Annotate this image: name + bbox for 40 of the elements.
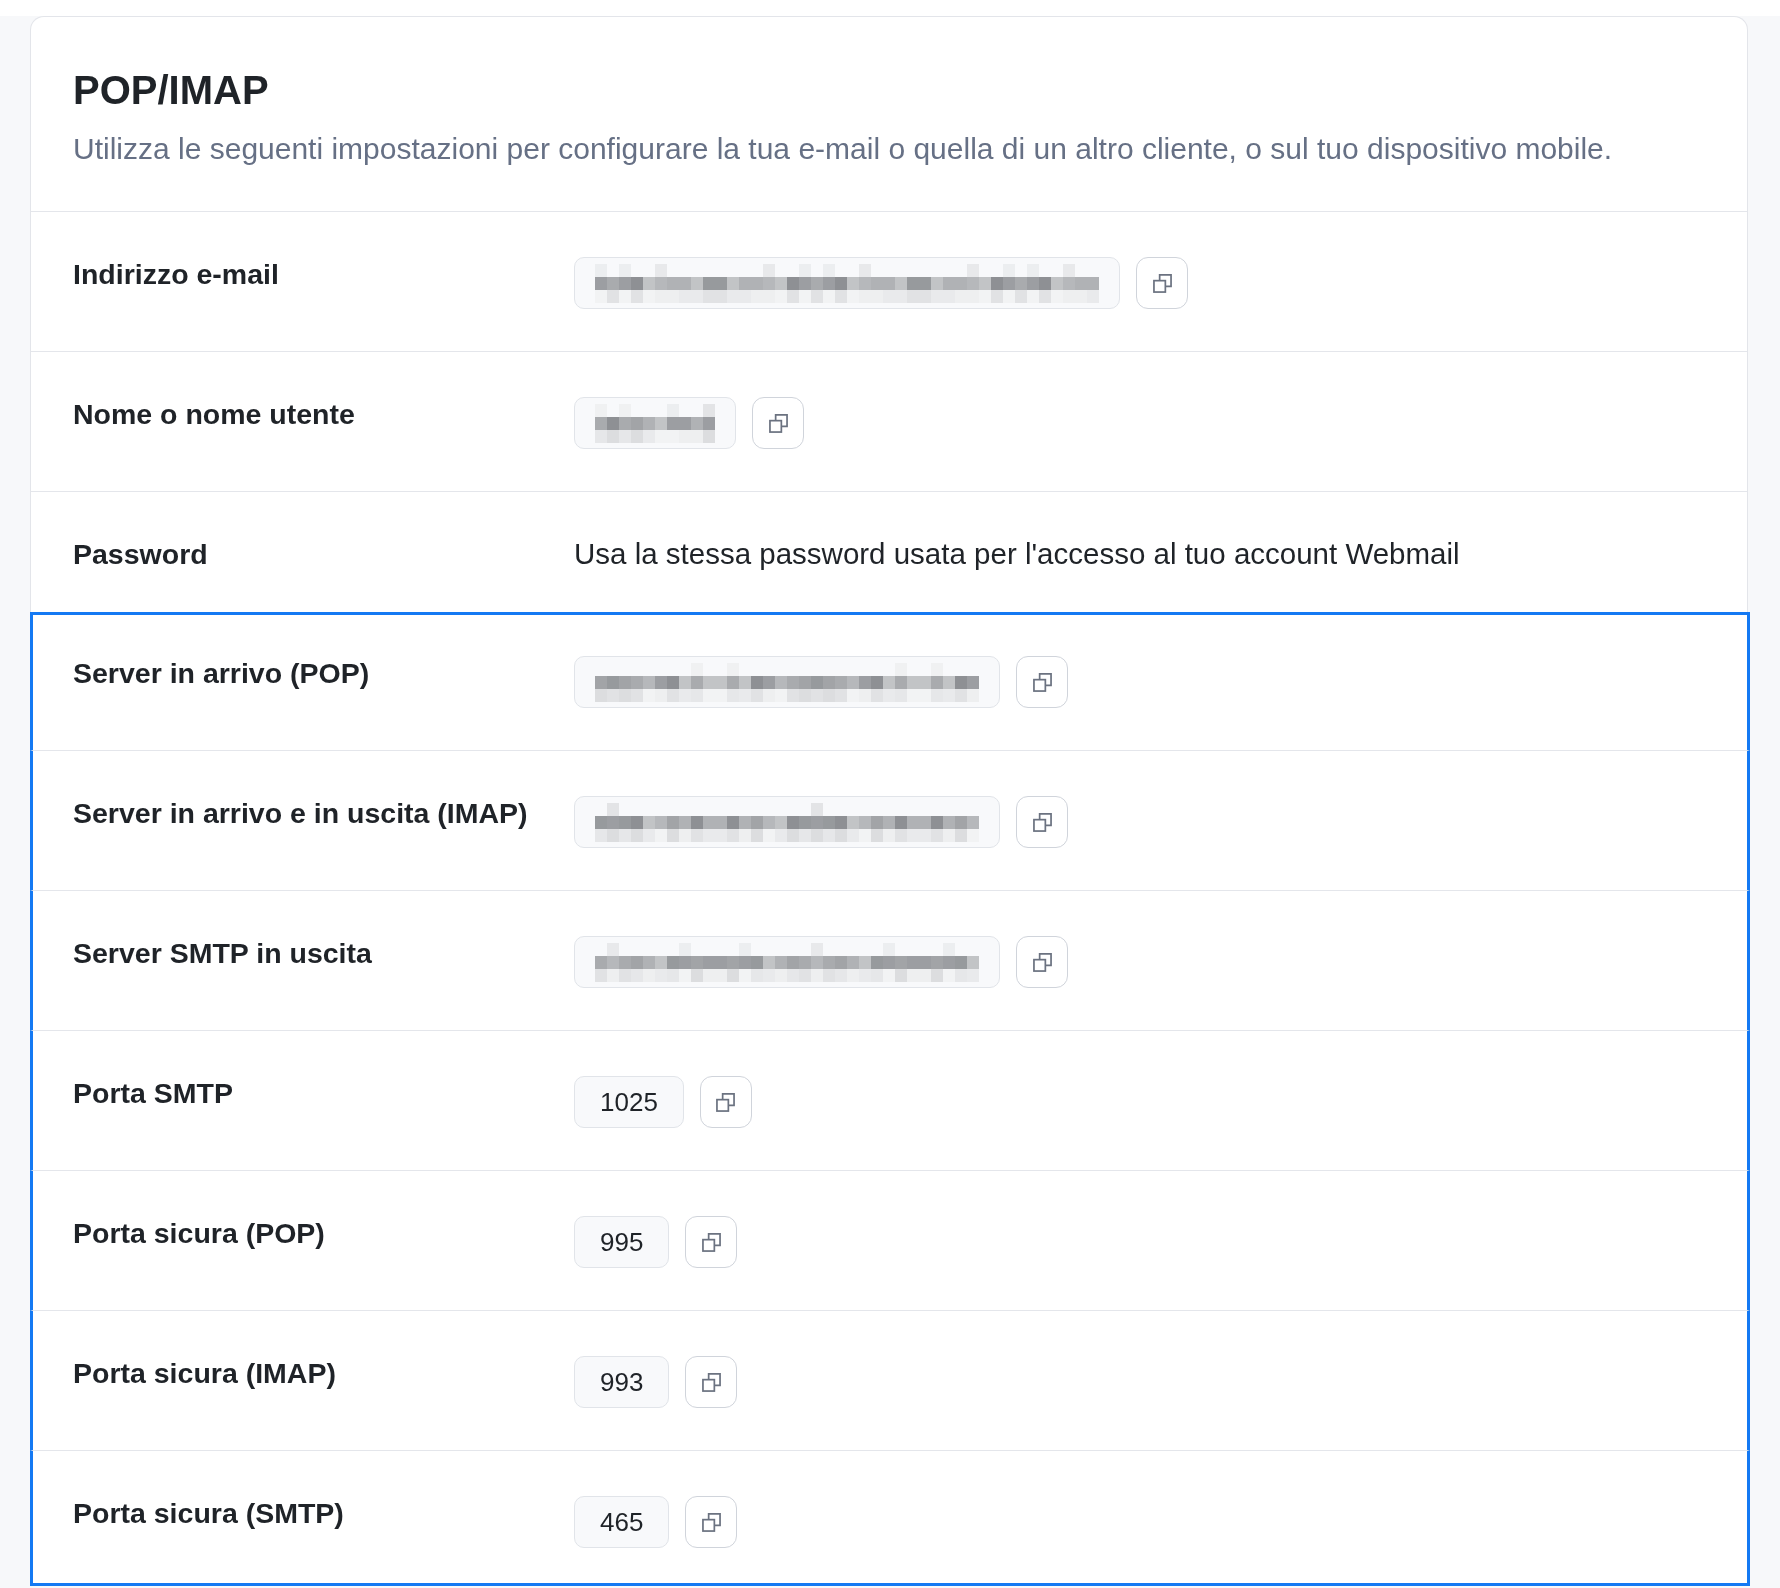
copy-button[interactable] (699, 1076, 752, 1128)
copy-button[interactable] (685, 1216, 738, 1268)
copy-icon (768, 413, 788, 433)
copy-icon (701, 1512, 721, 1532)
value-field[interactable]: 993 (574, 1356, 670, 1408)
field-label: Server SMTP in uscita (73, 936, 372, 970)
copy-icon (1152, 273, 1172, 293)
value-field[interactable] (574, 656, 1000, 708)
field-label: Porta sicura (SMTP) (73, 1496, 344, 1530)
copy-button[interactable] (1016, 936, 1068, 988)
section-title: POP/IMAP (73, 67, 269, 114)
value-field[interactable]: 465 (574, 1496, 670, 1548)
copy-button[interactable] (1016, 656, 1068, 708)
value-field[interactable] (574, 936, 1000, 988)
copy-button[interactable] (1136, 257, 1188, 309)
field-label: Porta SMTP (73, 1076, 233, 1110)
copy-icon (1032, 672, 1052, 692)
copy-icon (716, 1092, 736, 1112)
copy-icon (1032, 812, 1052, 832)
note-text: Usa la stessa password usata per l'accesso al tuo account Webmail (574, 537, 1460, 571)
copy-button[interactable] (685, 1496, 738, 1548)
copy-icon (701, 1372, 721, 1392)
field-label: Server in arrivo e in uscita (IMAP) (73, 796, 528, 830)
value-field[interactable]: 995 (574, 1216, 670, 1268)
copy-icon (1032, 952, 1052, 972)
copy-button[interactable] (752, 397, 804, 449)
value-field[interactable] (574, 397, 736, 449)
field-label: Server in arrivo (POP) (73, 656, 370, 690)
copy-button[interactable] (1016, 796, 1068, 848)
field-label: Porta sicura (IMAP) (73, 1356, 336, 1390)
copy-button[interactable] (685, 1356, 738, 1408)
field-label: Password (73, 537, 208, 571)
value-field[interactable] (574, 257, 1120, 309)
field-label: Nome o nome utente (73, 397, 355, 431)
value-field[interactable]: 1025 (574, 1076, 684, 1128)
field-label: Indirizzo e-mail (73, 257, 279, 291)
value-field[interactable] (574, 796, 1000, 848)
field-label: Porta sicura (POP) (73, 1216, 325, 1250)
section-description: Utilizza le seguenti impostazioni per configurare la tua e-mail o quella di un altro cliente, o sul tuo dispositivo mobile. (73, 131, 1613, 167)
copy-icon (701, 1232, 721, 1252)
